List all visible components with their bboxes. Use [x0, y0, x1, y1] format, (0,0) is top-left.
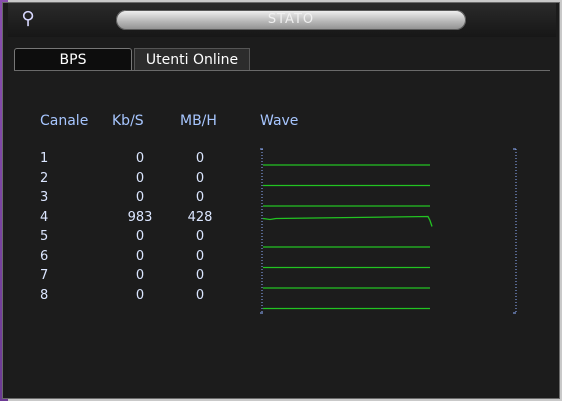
kbs-value: 0 — [135, 287, 145, 303]
wave-graph — [260, 148, 517, 314]
kbs-value: 0 — [135, 229, 145, 244]
channel-number: 4 — [40, 209, 49, 225]
mbh-value: 0 — [195, 287, 205, 303]
header-mbh: MB/H — [180, 113, 217, 129]
tab-utenti-online[interactable]: Utenti Online — [134, 48, 250, 70]
status-panel: BPS Utenti Online Canale Kb/S MB/H Wave … — [8, 37, 558, 397]
mbh-value: 428 — [187, 209, 213, 225]
window-title: STATO — [267, 12, 315, 27]
kbs-value: 0 — [135, 268, 145, 283]
mbh-value: 0 — [195, 151, 205, 166]
wave-line-channel-4 — [262, 215, 433, 227]
channel-number: 1 — [40, 151, 49, 166]
channel-number: 8 — [40, 287, 49, 303]
title-bar: ⚲ STATO — [8, 3, 556, 37]
tab-bps[interactable]: BPS — [14, 48, 132, 70]
channel-number: 6 — [40, 248, 49, 264]
mbh-value: 0 — [195, 170, 205, 186]
channel-number: 2 — [40, 170, 49, 186]
kbs-value: 983 — [127, 209, 153, 225]
mbh-value: 0 — [195, 268, 205, 283]
header-canale: Canale — [40, 113, 89, 129]
mbh-value: 0 — [195, 248, 205, 264]
header-kbs: Kb/S — [112, 113, 144, 129]
channel-number: 7 — [40, 268, 49, 283]
header-wave: Wave — [260, 113, 299, 129]
mbh-value: 0 — [195, 229, 205, 244]
kbs-value: 0 — [135, 170, 145, 186]
channel-number: 3 — [40, 190, 49, 205]
mbh-value: 0 — [195, 190, 205, 205]
channel-number: 5 — [40, 229, 49, 244]
tab-divider — [14, 70, 550, 71]
kbs-value: 0 — [135, 151, 145, 166]
kbs-value: 0 — [135, 248, 145, 264]
camera-logo-icon: ⚲ — [21, 8, 35, 29]
kbs-value: 0 — [135, 190, 145, 205]
window: ⚲ STATO BPS Utenti Online Canale Kb/S MB… — [0, 0, 562, 401]
title-pill: STATO — [116, 10, 466, 30]
